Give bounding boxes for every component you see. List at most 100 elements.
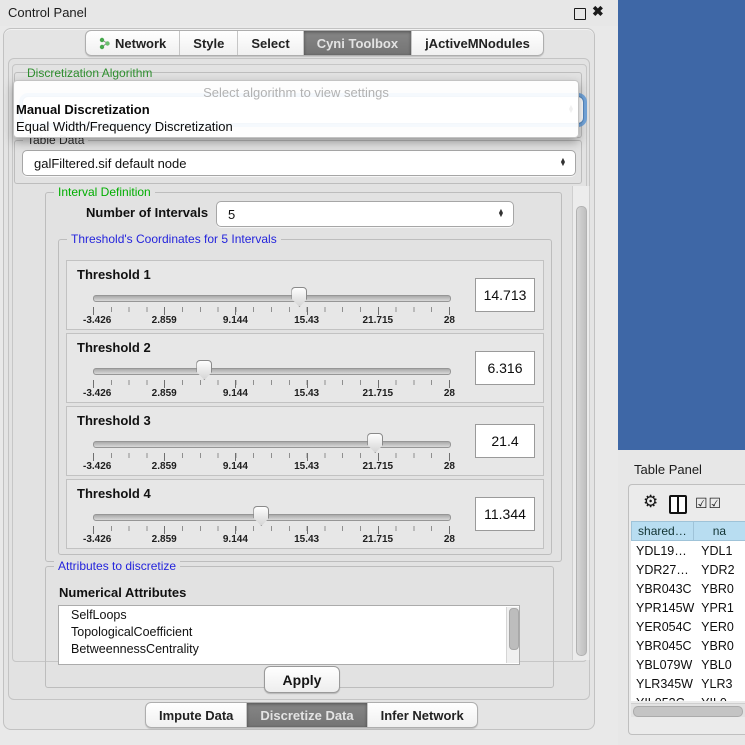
- cell-name[interactable]: YDR2: [695, 563, 745, 577]
- attribute-list-item[interactable]: BetweennessCentrality: [59, 640, 519, 657]
- scale-label: 21.715: [363, 388, 394, 399]
- slider-track[interactable]: [93, 295, 451, 302]
- threshold-label: Threshold 3: [77, 413, 151, 428]
- cell-shared-name[interactable]: YBR045C: [631, 639, 695, 653]
- cell-shared-name[interactable]: YDR27…: [631, 563, 695, 577]
- tab-select[interactable]: Select: [238, 31, 303, 55]
- cell-name[interactable]: YER0: [695, 620, 745, 634]
- gear-icon[interactable]: ⚙: [643, 493, 658, 510]
- cell-shared-name[interactable]: YBR043C: [631, 582, 695, 596]
- table-row[interactable]: YPR145WYPR1: [631, 598, 745, 617]
- threshold-slider[interactable]: -3.4262.8599.14415.4321.71528: [93, 504, 449, 544]
- settings-scrollbar[interactable]: [572, 186, 590, 660]
- algorithm-option-manual[interactable]: Manual Discretization: [16, 102, 150, 117]
- checkbox-columns-icon[interactable]: ☑☑: [695, 495, 722, 512]
- scale-label: -3.426: [83, 534, 111, 545]
- cell-shared-name[interactable]: YDL19…: [631, 544, 695, 558]
- slider-scale: -3.4262.8599.14415.4321.71528: [93, 315, 449, 327]
- scale-label: 9.144: [223, 534, 248, 545]
- combo-value: galFiltered.sif default node: [23, 156, 556, 171]
- apply-button[interactable]: Apply: [264, 666, 340, 693]
- threshold-value-field[interactable]: 14.713: [475, 278, 535, 312]
- numerical-attributes-heading: Numerical Attributes: [59, 585, 186, 600]
- table-row[interactable]: YLR345WYLR3: [631, 674, 745, 693]
- scale-label: 2.859: [152, 534, 177, 545]
- split-columns-icon[interactable]: [669, 495, 687, 514]
- table-data-combobox[interactable]: galFiltered.sif default node ▲▼: [22, 150, 576, 176]
- threshold-2-panel: Threshold 2 -3.4262.8599.14415.4321.7152…: [66, 333, 544, 403]
- table-row[interactable]: YDL19…YDL1: [631, 541, 745, 560]
- attribute-list-item[interactable]: SelfLoops: [59, 606, 519, 623]
- cell-shared-name[interactable]: YIL052C: [631, 696, 695, 702]
- slider-track[interactable]: [93, 514, 451, 521]
- slider-thumb[interactable]: [291, 287, 307, 307]
- slider-major-ticks: [93, 307, 449, 315]
- screen: Control Panel ✖ Network Style Select Cyn…: [0, 0, 745, 745]
- attribute-list-item[interactable]: TopologicalCoefficient: [59, 623, 519, 640]
- algorithm-option-equal-width[interactable]: Equal Width/Frequency Discretization: [16, 119, 233, 134]
- tab-label: Select: [251, 36, 289, 51]
- cell-name[interactable]: YBR0: [695, 582, 745, 596]
- scrollbar-thumb[interactable]: [509, 608, 519, 650]
- table-row[interactable]: YDR27…YDR2: [631, 560, 745, 579]
- scale-label: 28: [444, 461, 455, 472]
- cell-shared-name[interactable]: YBL079W: [631, 658, 695, 672]
- slider-track[interactable]: [93, 441, 451, 448]
- column-header-shared-name[interactable]: shared…: [631, 521, 694, 541]
- threshold-label: Threshold 4: [77, 486, 151, 501]
- tab-style[interactable]: Style: [180, 31, 238, 55]
- table-panel-body: ⚙ ☑☑ shared… na YDL19…YDL1YDR27…YDR2YBR0…: [628, 484, 745, 735]
- table-row[interactable]: YBR043CYBR0: [631, 579, 745, 598]
- scale-label: 28: [444, 388, 455, 399]
- cell-shared-name[interactable]: YER054C: [631, 620, 695, 634]
- table-row[interactable]: YBR045CYBR0: [631, 636, 745, 655]
- slider-thumb[interactable]: [253, 506, 269, 526]
- threshold-slider[interactable]: -3.4262.8599.14415.4321.71528: [93, 431, 449, 471]
- attributes-scrollbar[interactable]: [506, 607, 519, 663]
- column-header-name[interactable]: na: [694, 521, 745, 541]
- table-horizontal-scrollbar[interactable]: [631, 703, 745, 717]
- tab-network[interactable]: Network: [86, 31, 180, 55]
- cell-name[interactable]: YDL1: [695, 544, 745, 558]
- cell-name[interactable]: YLR3: [695, 677, 745, 691]
- slider-thumb[interactable]: [196, 360, 212, 380]
- cell-shared-name[interactable]: YPR145W: [631, 601, 695, 615]
- slider-track[interactable]: [93, 368, 451, 375]
- number-of-intervals-combobox[interactable]: 5 ▲▼: [216, 201, 514, 227]
- scrollbar-thumb[interactable]: [633, 706, 743, 717]
- cell-name[interactable]: YBR0: [695, 639, 745, 653]
- table-panel-title: Table Panel: [634, 462, 702, 477]
- tab-impute-data[interactable]: Impute Data: [146, 703, 247, 727]
- tab-infer-network[interactable]: Infer Network: [368, 703, 477, 727]
- cell-shared-name[interactable]: YLR345W: [631, 677, 695, 691]
- tab-label: Cyni Toolbox: [317, 36, 398, 51]
- tab-discretize-data[interactable]: Discretize Data: [247, 703, 367, 727]
- numerical-attributes-list[interactable]: SelfLoopsTopologicalCoefficientBetweenne…: [58, 605, 520, 665]
- threshold-label: Threshold 2: [77, 340, 151, 355]
- float-window-icon[interactable]: [574, 8, 586, 20]
- control-panel: Control Panel ✖ Network Style Select Cyn…: [0, 0, 618, 745]
- scale-label: 15.43: [294, 461, 319, 472]
- group-label: Attributes to discretize: [54, 559, 180, 573]
- tab-cyni-toolbox[interactable]: Cyni Toolbox: [304, 31, 412, 55]
- table-row[interactable]: YBL079WYBL0: [631, 655, 745, 674]
- close-icon[interactable]: ✖: [592, 3, 604, 20]
- algorithm-dropdown-popup: Select algorithm to view settings Manual…: [13, 80, 579, 138]
- threshold-slider[interactable]: -3.4262.8599.14415.4321.71528: [93, 285, 449, 325]
- table-row[interactable]: YER054CYER0: [631, 617, 745, 636]
- slider-scale: -3.4262.8599.14415.4321.71528: [93, 388, 449, 400]
- table-row[interactable]: YIL052CYIL0: [631, 693, 745, 701]
- threshold-value-field[interactable]: 11.344: [475, 497, 535, 531]
- threshold-value-field[interactable]: 21.4: [475, 424, 535, 458]
- scale-label: 28: [444, 315, 455, 326]
- slider-thumb[interactable]: [367, 433, 383, 453]
- cell-name[interactable]: YBL0: [695, 658, 745, 672]
- tab-jactivemnodules[interactable]: jActiveMNodules: [412, 31, 543, 55]
- cell-name[interactable]: YPR1: [695, 601, 745, 615]
- threshold-value-field[interactable]: 6.316: [475, 351, 535, 385]
- scrollbar-thumb[interactable]: [576, 206, 587, 656]
- slider-scale: -3.4262.8599.14415.4321.71528: [93, 534, 449, 546]
- scale-label: 21.715: [363, 534, 394, 545]
- cell-name[interactable]: YIL0: [695, 696, 745, 702]
- threshold-slider[interactable]: -3.4262.8599.14415.4321.71528: [93, 358, 449, 398]
